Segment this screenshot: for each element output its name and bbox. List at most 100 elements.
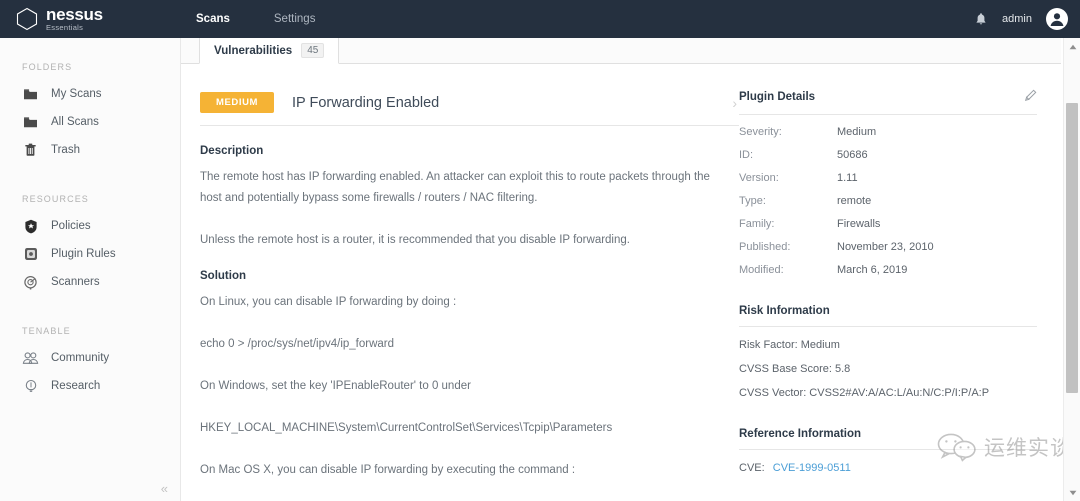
- chevron-right-icon[interactable]: ›: [732, 95, 739, 111]
- sidebar-item-label: Plugin Rules: [51, 248, 116, 260]
- vertical-scrollbar[interactable]: [1063, 38, 1080, 501]
- solution-line: On Linux, you can disable IP forwarding …: [200, 296, 457, 308]
- cvss-base-score-line: CVSS Base Score: 5.8: [739, 363, 851, 375]
- sidebar-item-policies[interactable]: Policies: [0, 212, 180, 240]
- plugin-detail-row: Version: 1.11: [739, 172, 1037, 184]
- scroll-up-arrow-icon[interactable]: [1064, 38, 1080, 55]
- top-navigation-bar: nessus Essentials Scans Settings admin: [0, 0, 1080, 38]
- avatar-person-glyph: [1050, 13, 1064, 26]
- sidebar-heading-resources: RESOURCES: [22, 194, 89, 204]
- nessus-app-window: nessus Essentials Scans Settings admin F…: [0, 0, 1080, 501]
- row-key: Type:: [739, 195, 766, 207]
- plugin-detail-row: Modified: March 6, 2019: [739, 264, 1037, 276]
- sidebar-item-label: Research: [51, 380, 101, 392]
- risk-information-heading: Risk Information: [739, 305, 1037, 327]
- folder-icon: [22, 86, 39, 103]
- row-key: Version:: [739, 172, 779, 184]
- plugin-details-panel: Plugin Details Severity: Medium ID: 5068…: [739, 89, 1037, 276]
- row-key: Modified:: [739, 264, 784, 276]
- scrollbar-thumb[interactable]: [1066, 103, 1078, 393]
- plugin-icon: [22, 246, 39, 263]
- main-content-area: Vulnerabilities 45 MEDIUM IP Forwarding …: [181, 38, 1061, 501]
- row-value: remote: [837, 195, 872, 207]
- tab-vulnerabilities[interactable]: Vulnerabilities 45: [199, 38, 340, 64]
- sidebar-item-label: My Scans: [51, 88, 102, 100]
- username-label: admin: [1002, 13, 1032, 25]
- plugin-details-heading: Plugin Details: [739, 89, 1037, 115]
- row-value: Firewalls: [837, 218, 881, 230]
- plugin-detail-row: Type: remote: [739, 195, 1037, 207]
- sidebar-item-trash[interactable]: Trash: [0, 136, 180, 164]
- tab-label: Vulnerabilities: [214, 44, 293, 57]
- panel-title: Risk Information: [739, 305, 830, 317]
- nessus-hexagon-icon: [16, 7, 38, 31]
- sidebar-item-label: Trash: [51, 144, 80, 156]
- sidebar-item-all-scans[interactable]: All Scans: [0, 108, 180, 136]
- risk-factor-line: Risk Factor: Medium: [739, 339, 840, 351]
- detail-content: MEDIUM IP Forwarding Enabled › Descripti…: [181, 64, 1061, 501]
- side-detail-column: Plugin Details Severity: Medium ID: 5068…: [739, 64, 1061, 501]
- sidebar-item-label: Policies: [51, 220, 91, 232]
- tab-count-badge: 45: [301, 43, 325, 58]
- row-key: Published:: [739, 241, 791, 253]
- trash-icon: [22, 142, 39, 159]
- brand-subtitle: Essentials: [46, 23, 84, 33]
- brand-logo-area[interactable]: nessus Essentials: [14, 6, 150, 32]
- sidebar-heading-tenable: TENABLE: [22, 326, 71, 336]
- radar-icon: [22, 274, 39, 291]
- plugin-detail-row: Published: November 23, 2010: [739, 241, 1037, 253]
- reference-information-panel: Reference Information CVE: CVE-1999-0511: [739, 428, 1037, 474]
- user-avatar-icon[interactable]: [1046, 8, 1068, 30]
- left-sidebar: FOLDERS My Scans All Scans Trash RESOURC…: [0, 38, 181, 501]
- solution-line: echo 0 > /proc/sys/net/ipv4/ip_forward: [200, 338, 395, 350]
- scroll-down-arrow-icon[interactable]: [1064, 484, 1080, 501]
- cve-row: CVE: CVE-1999-0511: [739, 462, 1037, 474]
- plugin-detail-row: ID: 50686: [739, 149, 1037, 161]
- row-value: Medium: [837, 126, 877, 138]
- cve-link[interactable]: CVE-1999-0511: [773, 462, 851, 474]
- severity-badge[interactable]: MEDIUM: [200, 92, 274, 113]
- pencil-icon[interactable]: [1024, 89, 1037, 105]
- plugin-detail-row: Family: Firewalls: [739, 218, 1037, 230]
- description-paragraph: The remote host has IP forwarding enable…: [200, 171, 710, 204]
- vulnerability-detail-column: MEDIUM IP Forwarding Enabled › Descripti…: [181, 64, 739, 501]
- row-value: March 6, 2019: [837, 264, 908, 276]
- row-key: Severity:: [739, 126, 782, 138]
- lightbulb-icon: [22, 378, 39, 395]
- panel-title: Plugin Details: [739, 91, 816, 103]
- shield-icon: [22, 218, 39, 235]
- vulnerability-header-row: MEDIUM IP Forwarding Enabled ›: [200, 92, 739, 126]
- sidebar-item-label: Scanners: [51, 276, 100, 288]
- solution-heading: Solution: [200, 270, 246, 282]
- sidebar-item-plugin-rules[interactable]: Plugin Rules: [0, 240, 180, 268]
- cve-label: CVE:: [739, 462, 765, 474]
- vulnerability-title: IP Forwarding Enabled: [292, 94, 440, 111]
- topbar-right-cluster: admin: [974, 0, 1068, 38]
- cvss-vector-line: CVSS Vector: CVSS2#AV:A/AC:L/Au:N/C:P/I:…: [739, 387, 990, 399]
- plugin-detail-row: Severity: Medium: [739, 126, 1037, 138]
- row-value: 1.11: [837, 172, 858, 184]
- folder-icon: [22, 114, 39, 131]
- sidebar-collapse-button[interactable]: «: [161, 482, 168, 495]
- solution-line: On Windows, set the key 'IPEnableRouter'…: [200, 380, 471, 392]
- risk-information-panel: Risk Information Risk Factor: Medium CVS…: [739, 305, 1037, 399]
- row-value: November 23, 2010: [837, 241, 934, 253]
- tab-strip: Vulnerabilities 45: [181, 38, 1061, 64]
- sidebar-item-research[interactable]: Research: [0, 372, 180, 400]
- sidebar-item-my-scans[interactable]: My Scans: [0, 80, 180, 108]
- description-heading: Description: [200, 145, 264, 157]
- row-key: ID:: [739, 149, 754, 161]
- panel-title: Reference Information: [739, 428, 862, 440]
- row-value: 50686: [837, 149, 868, 161]
- sidebar-heading-folders: FOLDERS: [22, 62, 73, 72]
- nav-item-settings[interactable]: Settings: [252, 0, 338, 38]
- nav-item-scans[interactable]: Scans: [174, 0, 252, 38]
- sidebar-item-community[interactable]: Community: [0, 344, 180, 372]
- sidebar-item-scanners[interactable]: Scanners: [0, 268, 180, 296]
- main-nav: Scans Settings: [174, 0, 337, 38]
- scrollbar-track[interactable]: [1064, 55, 1080, 484]
- solution-line: HKEY_LOCAL_MACHINE\System\CurrentControl…: [200, 422, 613, 434]
- bell-icon[interactable]: [974, 12, 988, 27]
- description-paragraph: Unless the remote host is a router, it i…: [200, 234, 630, 246]
- people-icon: [22, 350, 39, 367]
